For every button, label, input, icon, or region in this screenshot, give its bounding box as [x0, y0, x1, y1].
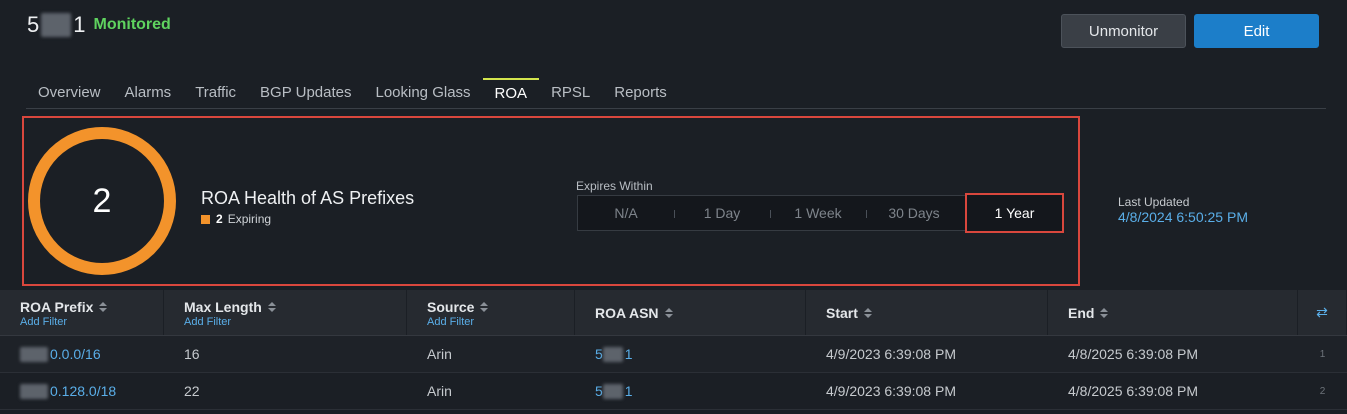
- sort-icon[interactable]: [863, 307, 872, 319]
- as-number-prefix: 5: [27, 12, 40, 37]
- table-row[interactable]: 0.0.0/16 16 Arin 51 4/9/2023 6:39:08 PM …: [0, 336, 1347, 373]
- tab-roa[interactable]: ROA: [482, 78, 540, 108]
- tab-looking-glass[interactable]: Looking Glass: [363, 78, 482, 108]
- tab-reports[interactable]: Reports: [602, 78, 679, 108]
- column-settings-icon[interactable]: ⇄: [1298, 290, 1347, 335]
- roa-prefix-link[interactable]: 0.128.0/18: [50, 383, 116, 399]
- redacted-block: [20, 347, 48, 363]
- table-header: ROA Prefix Add Filter Max Length Add Fil…: [0, 290, 1347, 336]
- tab-traffic[interactable]: Traffic: [183, 78, 248, 108]
- start-cell: 4/9/2023 6:39:08 PM: [826, 383, 956, 399]
- expires-option-na[interactable]: N/A: [578, 205, 674, 221]
- tab-rpsl[interactable]: RPSL: [539, 78, 602, 108]
- last-updated-value: 4/8/2024 6:50:25 PM: [1118, 209, 1248, 225]
- expiring-swatch: [201, 214, 210, 224]
- roa-count: 2: [92, 181, 112, 220]
- roa-asn-link[interactable]: 51: [595, 383, 633, 400]
- as-number-suffix: 1: [73, 12, 86, 37]
- column-source[interactable]: Source Add Filter: [407, 290, 575, 335]
- sort-icon[interactable]: [99, 301, 108, 313]
- sort-icon[interactable]: [480, 301, 489, 313]
- redacted-block: [41, 13, 72, 37]
- expires-option-30-days[interactable]: 30 Days: [866, 205, 962, 221]
- end-cell: 4/8/2025 6:39:08 PM: [1068, 383, 1198, 399]
- expiring-label: Expiring: [227, 212, 272, 226]
- last-updated-label: Last Updated: [1118, 195, 1190, 209]
- edit-button[interactable]: Edit: [1194, 14, 1319, 48]
- expires-option-1-year[interactable]: 1 Year: [965, 193, 1064, 233]
- expiring-count: 2: [216, 212, 223, 226]
- column-roa-asn[interactable]: ROA ASN: [575, 290, 806, 335]
- column-roa-prefix[interactable]: ROA Prefix Add Filter: [0, 290, 164, 335]
- expires-option-1-day[interactable]: 1 Day: [674, 205, 770, 221]
- row-number: 2: [1319, 385, 1326, 397]
- sort-icon[interactable]: [1100, 307, 1109, 319]
- column-max-length[interactable]: Max Length Add Filter: [164, 290, 407, 335]
- source-cell: Arin: [427, 383, 452, 399]
- table-body: 0.0.0/16 16 Arin 51 4/9/2023 6:39:08 PM …: [0, 336, 1347, 410]
- roa-count-ring: 2: [28, 127, 176, 275]
- monitor-status-badge: Monitored: [93, 16, 171, 33]
- redacted-block: [20, 384, 48, 400]
- unmonitor-button[interactable]: Unmonitor: [1061, 14, 1186, 48]
- column-start[interactable]: Start: [806, 290, 1048, 335]
- start-cell: 4/9/2023 6:39:08 PM: [826, 346, 956, 362]
- sort-icon[interactable]: [664, 307, 673, 319]
- add-filter-link[interactable]: Add Filter: [184, 316, 406, 328]
- max-length-cell: 16: [184, 346, 200, 362]
- source-cell: Arin: [427, 346, 452, 362]
- roa-health-title: ROA Health of AS Prefixes: [201, 188, 415, 208]
- row-number: 1: [1319, 348, 1326, 360]
- roa-prefix-link[interactable]: 0.0.0/16: [50, 346, 101, 362]
- sort-icon[interactable]: [267, 301, 276, 313]
- column-end[interactable]: End: [1048, 290, 1298, 335]
- add-filter-link[interactable]: Add Filter: [20, 316, 163, 328]
- roa-table: ROA Prefix Add Filter Max Length Add Fil…: [0, 290, 1347, 410]
- page-title: 5 1 Monitored: [27, 12, 171, 38]
- max-length-cell: 22: [184, 383, 200, 399]
- expires-within-selector: N/A 1 Day 1 Week 30 Days 1 Year: [577, 193, 1064, 233]
- tab-overview[interactable]: Overview: [26, 78, 113, 108]
- expires-within-label: Expires Within: [576, 179, 653, 193]
- roa-health-panel: 2 ROA Health of AS Prefixes 2 Expiring E…: [22, 116, 1080, 286]
- add-filter-link[interactable]: Add Filter: [427, 316, 574, 328]
- tab-bar: Overview Alarms Traffic BGP Updates Look…: [26, 78, 1326, 109]
- roa-asn-link[interactable]: 51: [595, 346, 633, 363]
- redacted-block: [602, 384, 623, 400]
- table-row[interactable]: 0.128.0/18 22 Arin 51 4/9/2023 6:39:08 P…: [0, 373, 1347, 410]
- tab-alarms[interactable]: Alarms: [113, 78, 184, 108]
- expires-option-1-week[interactable]: 1 Week: [770, 205, 866, 221]
- redacted-block: [602, 347, 623, 363]
- tab-bgp-updates[interactable]: BGP Updates: [248, 78, 363, 108]
- end-cell: 4/8/2025 6:39:08 PM: [1068, 346, 1198, 362]
- expiring-legend: 2 Expiring: [201, 212, 271, 226]
